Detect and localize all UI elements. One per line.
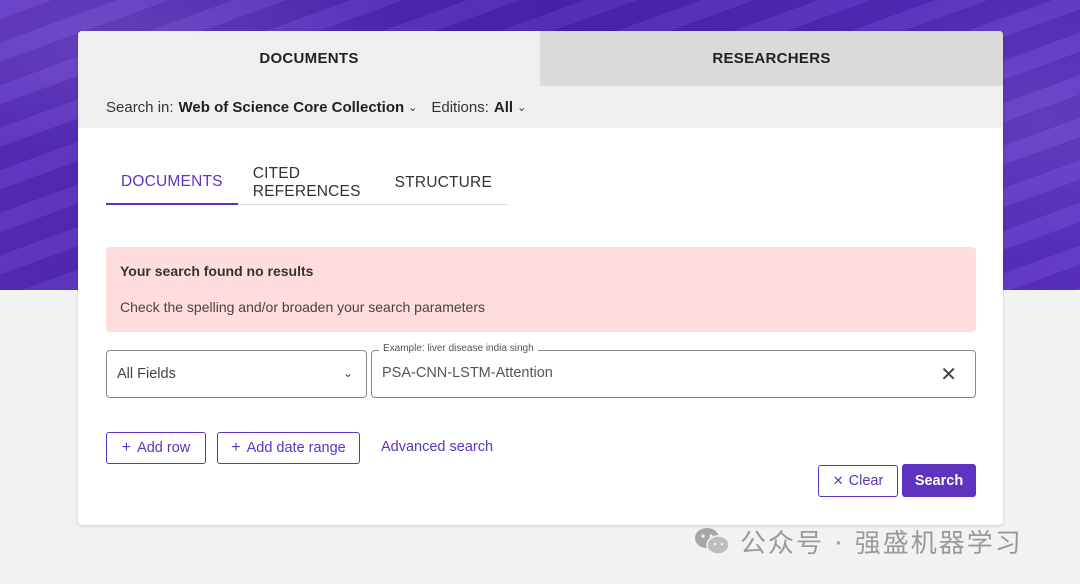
clear-button[interactable]: ✕ Clear [818, 465, 898, 497]
close-icon[interactable]: ✕ [940, 362, 957, 387]
collection-value: Web of Science Core Collection [178, 98, 405, 116]
editions-value: All [493, 98, 514, 116]
chevron-down-icon: ⌄ [408, 101, 418, 114]
search-in-bar: Search in: Web of Science Core Collectio… [78, 86, 1003, 128]
chevron-down-icon: ⌄ [517, 101, 527, 114]
close-icon: ✕ [832, 473, 844, 488]
subtab-documents[interactable]: DOCUMENTS [106, 161, 238, 205]
alert-text: Check the spelling and/or broaden your s… [120, 299, 485, 315]
top-tabs: DOCUMENTS RESEARCHERS [78, 31, 1003, 86]
subtab-cited-references[interactable]: CITED REFERENCES [238, 161, 380, 205]
add-row-button[interactable]: + Add row [106, 432, 206, 464]
search-in-label: Search in: [106, 98, 174, 116]
clear-label: Clear [848, 473, 884, 489]
chevron-down-icon: ⌄ [342, 366, 353, 380]
collection-dropdown[interactable]: Web of Science Core Collection ⌄ [179, 99, 432, 116]
editions-label: Editions: [431, 98, 489, 116]
query-box: Example: liver disease india singh ✕ [371, 343, 976, 398]
search-card: DOCUMENTS RESEARCHERS Search in: Web of … [78, 31, 1003, 525]
editions-dropdown[interactable]: All ⌄ [494, 99, 540, 116]
advanced-search-link[interactable]: Advanced search [381, 439, 493, 455]
plus-icon: + [231, 439, 241, 456]
watermark-text: 公众号 · 强盛机器学习 [740, 528, 1023, 559]
field-select[interactable]: All Fields ⌄ [106, 350, 367, 398]
add-date-range-button[interactable]: + Add date range [217, 432, 360, 464]
alert-title: Your search found no results [120, 263, 314, 279]
wechat-icon [694, 526, 730, 556]
watermark: 公众号 · 强盛机器学习 [694, 522, 1023, 560]
no-results-alert: Your search found no results Check the s… [106, 247, 976, 332]
add-date-range-label: Add date range [246, 440, 346, 456]
tab-researchers[interactable]: RESEARCHERS [540, 31, 1003, 86]
sub-tabs: DOCUMENTS CITED REFERENCES STRUCTURE [106, 161, 507, 205]
search-button[interactable]: Search [902, 464, 976, 497]
search-input[interactable] [382, 363, 922, 383]
query-legend: Example: liver disease india singh [379, 343, 538, 354]
subtab-structure[interactable]: STRUCTURE [380, 161, 507, 205]
field-select-value: All Fields [117, 366, 176, 382]
add-row-label: Add row [137, 440, 191, 456]
tab-documents[interactable]: DOCUMENTS [78, 31, 540, 86]
plus-icon: + [121, 439, 132, 456]
